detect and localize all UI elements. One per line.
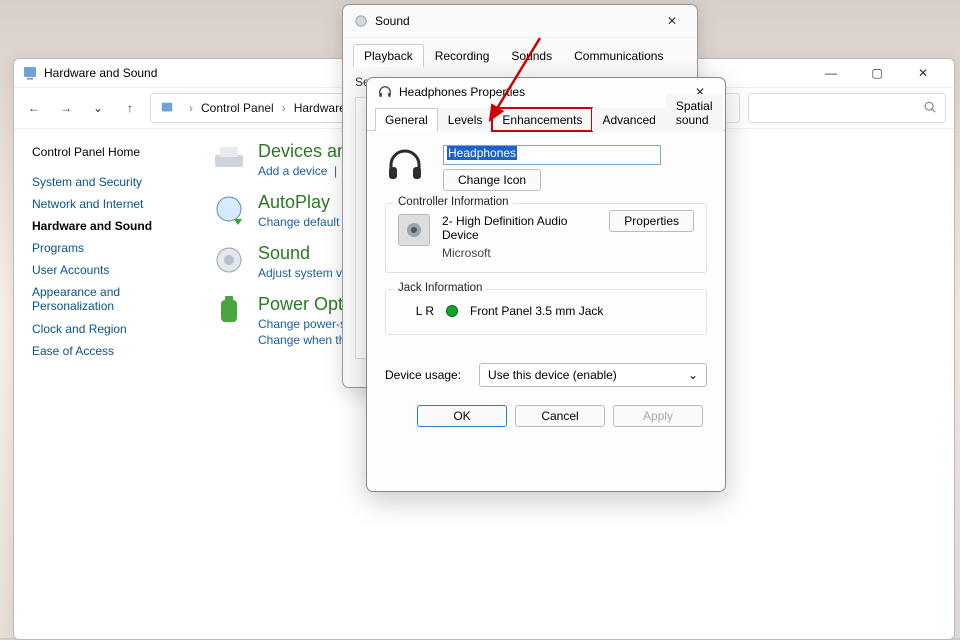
jack-info-group: Jack Information L R Front Panel 3.5 mm …: [385, 289, 707, 335]
headphones-large-icon: [385, 145, 425, 185]
ok-button[interactable]: OK: [417, 405, 507, 427]
controller-vendor: Microsoft: [442, 246, 597, 260]
close-button[interactable]: ✕: [657, 7, 687, 35]
control-panel-icon: [159, 100, 175, 116]
device-name-value: Headphones: [447, 146, 517, 160]
sub-link[interactable]: Add a device: [258, 164, 327, 178]
up-button[interactable]: ↑: [118, 96, 142, 120]
tab-general[interactable]: General: [375, 108, 438, 131]
chevron-right-icon: ›: [189, 101, 193, 115]
sidebar-item-clock-region[interactable]: Clock and Region: [32, 318, 202, 340]
tab-spatial-sound[interactable]: Spatial sound: [666, 94, 723, 131]
power-icon: [212, 294, 246, 328]
sidebar-item-hardware-sound[interactable]: Hardware and Sound: [32, 215, 202, 237]
back-button[interactable]: ←: [22, 96, 46, 120]
devices-printers-icon: [212, 141, 246, 175]
sidebar-home[interactable]: Control Panel Home: [32, 141, 202, 163]
sound-icon: [212, 243, 246, 277]
search-input[interactable]: [748, 93, 946, 123]
controller-icon: [398, 214, 430, 246]
tab-recording[interactable]: Recording: [424, 44, 501, 67]
cp-title: Hardware and Sound: [44, 66, 157, 80]
minimize-button[interactable]: —: [808, 59, 854, 87]
sidebar-item-programs[interactable]: Programs: [32, 237, 202, 259]
forward-button[interactable]: →: [54, 96, 78, 120]
headphones-icon: [377, 84, 393, 100]
autoplay-icon: [212, 192, 246, 226]
device-usage-select[interactable]: Use this device (enable) ⌄: [479, 363, 707, 387]
crumb-root[interactable]: Control Panel: [201, 101, 274, 115]
tab-playback[interactable]: Playback: [353, 44, 424, 67]
sidebar-item-system-security[interactable]: System and Security: [32, 171, 202, 193]
tab-advanced[interactable]: Advanced: [592, 108, 665, 131]
close-button[interactable]: ✕: [900, 59, 946, 87]
sound-title: Sound: [375, 14, 410, 28]
search-icon: [923, 100, 937, 117]
headphones-properties-window: Headphones Properties ✕ General Levels E…: [366, 77, 726, 492]
maximize-button[interactable]: ▢: [854, 59, 900, 87]
device-usage-value: Use this device (enable): [488, 368, 617, 382]
control-panel-icon: [22, 65, 38, 81]
sound-titlebar: Sound ✕: [343, 5, 697, 38]
jack-channels: L R: [404, 304, 434, 318]
sidebar-item-user-accounts[interactable]: User Accounts: [32, 259, 202, 281]
tab-levels[interactable]: Levels: [438, 108, 493, 131]
recent-dropdown[interactable]: ⌄: [86, 96, 110, 120]
cp-sidebar: Control Panel Home System and Security N…: [32, 141, 202, 362]
properties-title: Headphones Properties: [399, 85, 525, 99]
controller-info-group: Controller Information 2- High Definitio…: [385, 203, 707, 273]
controller-properties-button[interactable]: Properties: [609, 210, 694, 232]
device-name-input[interactable]: Headphones: [443, 145, 661, 165]
group-title: Controller Information: [394, 196, 513, 208]
group-title: Jack Information: [394, 282, 486, 294]
sidebar-item-ease-access[interactable]: Ease of Access: [32, 340, 202, 362]
chevron-right-icon: ›: [282, 101, 286, 115]
speaker-icon: [353, 13, 369, 29]
jack-description: Front Panel 3.5 mm Jack: [470, 304, 603, 318]
properties-tabs: General Levels Enhancements Advanced Spa…: [367, 106, 725, 131]
cancel-button[interactable]: Cancel: [515, 405, 605, 427]
device-usage-label: Device usage:: [385, 368, 461, 382]
change-icon-button[interactable]: Change Icon: [443, 169, 541, 191]
sidebar-item-appearance[interactable]: Appearance and Personalization: [32, 281, 202, 318]
sound-tabs: Playback Recording Sounds Communications: [343, 38, 697, 67]
sidebar-item-network-internet[interactable]: Network and Internet: [32, 193, 202, 215]
jack-color-dot: [446, 305, 458, 317]
controller-name: 2- High Definition Audio Device: [442, 214, 597, 242]
chevron-down-icon: ⌄: [688, 368, 698, 382]
tab-sounds[interactable]: Sounds: [500, 44, 563, 67]
tab-enhancements[interactable]: Enhancements: [492, 108, 592, 131]
tab-communications[interactable]: Communications: [563, 44, 674, 67]
apply-button[interactable]: Apply: [613, 405, 703, 427]
